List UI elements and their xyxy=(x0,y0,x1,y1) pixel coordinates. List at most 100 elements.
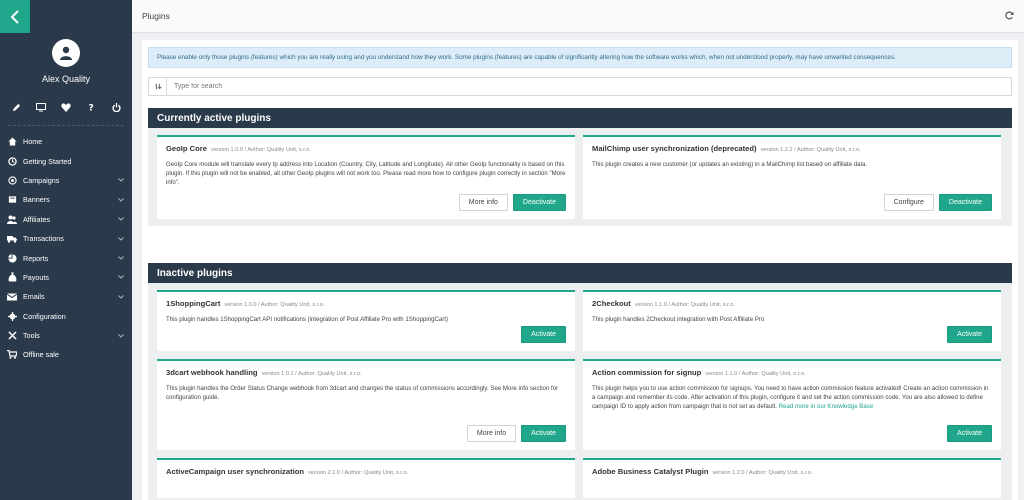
banner-icon xyxy=(7,195,17,205)
chevron-down-icon xyxy=(118,197,124,203)
sidebar-item-label: Getting Started xyxy=(23,156,72,166)
plugin-card: MailChimp user synchronization (deprecat… xyxy=(583,135,1001,219)
plugin-description: This plugin handles the Order Status Cha… xyxy=(166,385,559,402)
plugin-actions: Activate xyxy=(947,425,992,442)
plugin-name: ActiveCampaign user synchronization xyxy=(166,467,304,476)
filter-icon xyxy=(149,78,167,95)
plugin-version: version 1.0.0 / Author: Quality Unit, s.… xyxy=(224,302,325,308)
main-area: Plugins Please enable only those plugins… xyxy=(132,0,1024,500)
target-icon xyxy=(7,175,17,185)
tools-icon xyxy=(7,331,17,341)
section-spacer xyxy=(148,226,1012,263)
sidebar-item-emails[interactable]: Emails xyxy=(0,287,132,306)
sidebar-item-label: Campaigns xyxy=(23,175,60,185)
collapse-sidebar-button[interactable] xyxy=(0,0,30,33)
sidebar-item-home[interactable]: Home xyxy=(0,132,132,151)
active-plugins-section: Currently active plugins GeoIp Core versi… xyxy=(148,108,1012,226)
plugin-description: This plugin creates a new customer (or u… xyxy=(592,161,868,168)
section-header: Inactive plugins xyxy=(148,263,1012,283)
activate-button[interactable]: Activate xyxy=(947,326,992,343)
configure-button[interactable]: Configure xyxy=(883,194,934,211)
plugin-version: version 1.2.0 / Author: Quality Unit, s.… xyxy=(712,470,813,476)
plugin-version: version 1.2.2 / Author: Quality Unit, s.… xyxy=(760,147,861,153)
user-icon xyxy=(60,46,72,60)
activate-button[interactable]: Activate xyxy=(947,425,992,442)
plugin-actions: Configure Deactivate xyxy=(883,194,992,211)
chevron-down-icon xyxy=(118,236,124,242)
refresh-icon[interactable] xyxy=(1005,10,1014,22)
sidebar: Alex Quality ? Home Getting Started Camp… xyxy=(0,0,132,500)
plugin-card: 3dcart webhook handling version 1.0.1 / A… xyxy=(157,359,575,450)
monitor-icon[interactable] xyxy=(36,102,46,112)
power-icon[interactable] xyxy=(111,102,121,112)
deactivate-button[interactable]: Deactivate xyxy=(938,194,992,211)
chevron-down-icon xyxy=(118,255,124,261)
sidebar-item-getting-started[interactable]: Getting Started xyxy=(0,151,132,170)
help-icon[interactable]: ? xyxy=(86,102,96,113)
sidebar-item-label: Configuration xyxy=(23,311,66,321)
avatar[interactable] xyxy=(52,39,80,67)
plugin-description: GeoIp Core module will translate every I… xyxy=(166,161,566,187)
plugin-actions: Activate xyxy=(947,326,992,343)
chevron-down-icon xyxy=(118,333,124,339)
plugin-actions: More info Deactivate xyxy=(458,194,566,211)
plugin-description: This plugin handles 2Checkout integratio… xyxy=(592,316,765,323)
inactive-plugins-list: 1ShoppingCart version 1.0.0 / Author: Qua… xyxy=(148,283,1012,500)
home-icon xyxy=(7,137,17,147)
plugin-version: version 1.1.0 / Author: Quality Unit, s.… xyxy=(705,371,806,377)
plugin-actions: Activate xyxy=(521,326,566,343)
sidebar-item-payouts[interactable]: Payouts xyxy=(0,268,132,287)
plugin-card: ActiveCampaign user synchronization versi… xyxy=(157,458,575,498)
page-title: Plugins xyxy=(142,11,170,21)
active-plugins-list: GeoIp Core version 1.0.0 / Author: Qualit… xyxy=(148,128,1012,226)
sidebar-item-label: Emails xyxy=(23,292,45,302)
more-info-button[interactable]: More info xyxy=(466,425,517,442)
cart-icon xyxy=(7,350,17,360)
pencil-icon[interactable] xyxy=(11,102,21,112)
plugin-name: Action commission for signup xyxy=(592,368,702,377)
chart-icon xyxy=(7,253,17,263)
activate-button[interactable]: Activate xyxy=(521,425,566,442)
topbar: Plugins xyxy=(132,0,1024,33)
search-bar xyxy=(148,77,1012,96)
truck-icon xyxy=(7,234,17,244)
sidebar-item-tools[interactable]: Tools xyxy=(0,326,132,345)
sidebar-item-reports[interactable]: Reports xyxy=(0,248,132,267)
sidebar-divider xyxy=(8,125,124,126)
inactive-plugins-section: Inactive plugins 1ShoppingCart version 1.… xyxy=(148,263,1012,500)
plugin-name: 1ShoppingCart xyxy=(166,299,221,308)
sidebar-nav: Home Getting Started Campaigns Banners A… xyxy=(0,132,132,365)
plugin-version: version 1.0.1 / Author: Quality Unit, s.… xyxy=(261,371,362,377)
sidebar-item-banners[interactable]: Banners xyxy=(0,190,132,209)
plugins-content: Please enable only those plugins (featur… xyxy=(142,40,1018,500)
deactivate-button[interactable]: Deactivate xyxy=(512,194,566,211)
user-profile: Alex Quality xyxy=(0,33,132,84)
sidebar-item-offline-sale[interactable]: Offline sale xyxy=(0,345,132,364)
heart-icon[interactable] xyxy=(61,102,71,112)
chevron-left-icon xyxy=(10,9,19,24)
search-input[interactable] xyxy=(167,78,1011,95)
plugin-name: GeoIp Core xyxy=(166,144,207,153)
plugin-name: Adobe Business Catalyst Plugin xyxy=(592,467,709,476)
svg-text:?: ? xyxy=(88,104,93,113)
plugin-name: MailChimp user synchronization (deprecat… xyxy=(592,144,757,153)
sidebar-item-campaigns[interactable]: Campaigns xyxy=(0,171,132,190)
sidebar-item-label: Home xyxy=(23,137,43,147)
plugin-name: 2Checkout xyxy=(592,299,631,308)
sidebar-item-label: Transactions xyxy=(23,234,64,244)
sidebar-item-label: Payouts xyxy=(23,272,49,282)
activate-button[interactable]: Activate xyxy=(521,326,566,343)
knowledge-base-link[interactable]: Read more in our Knowledge Base xyxy=(779,403,874,410)
info-notice: Please enable only those plugins (featur… xyxy=(148,47,1012,68)
sidebar-item-configuration[interactable]: Configuration xyxy=(0,307,132,326)
user-name: Alex Quality xyxy=(41,74,91,84)
plugin-description: This plugin handles 1ShoppingCart API no… xyxy=(166,316,449,323)
more-info-button[interactable]: More info xyxy=(458,194,508,211)
chevron-down-icon xyxy=(118,216,124,222)
quick-actions: ? xyxy=(0,100,132,114)
sidebar-item-transactions[interactable]: Transactions xyxy=(0,229,132,248)
plugin-actions: More info Activate xyxy=(466,425,566,442)
chevron-down-icon xyxy=(118,177,124,183)
gear-icon xyxy=(7,311,17,321)
sidebar-item-affiliates[interactable]: Affiliates xyxy=(0,210,132,229)
